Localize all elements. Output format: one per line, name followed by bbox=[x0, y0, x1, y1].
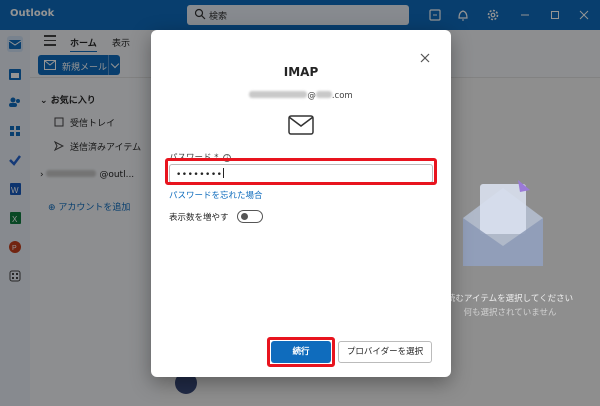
highlight-password bbox=[165, 158, 437, 185]
show-more-label: 表示数を増やす bbox=[169, 213, 229, 223]
email-user-blurred bbox=[249, 91, 308, 98]
imap-dialog: IMAP @ .com パスワード * i •••••••• パスワードを忘れた場… bbox=[151, 30, 451, 377]
forgot-password-link[interactable]: パスワードを忘れた場合 bbox=[169, 189, 263, 201]
close-icon[interactable] bbox=[418, 51, 432, 65]
envelope-icon bbox=[288, 115, 314, 135]
open-envelope-icon bbox=[463, 180, 543, 266]
show-more-toggle[interactable] bbox=[237, 210, 263, 223]
dialog-title: IMAP bbox=[283, 65, 319, 79]
email-domain-blurred bbox=[315, 91, 332, 98]
highlight-continue bbox=[267, 337, 335, 367]
choose-provider-button[interactable]: プロバイダーを選択 bbox=[338, 341, 432, 363]
empty-state-subtitle: 何も選択されていません bbox=[463, 308, 557, 318]
empty-state-title: 読むアイテムを選択してください bbox=[446, 294, 574, 304]
account-email: @ .com bbox=[151, 91, 451, 101]
